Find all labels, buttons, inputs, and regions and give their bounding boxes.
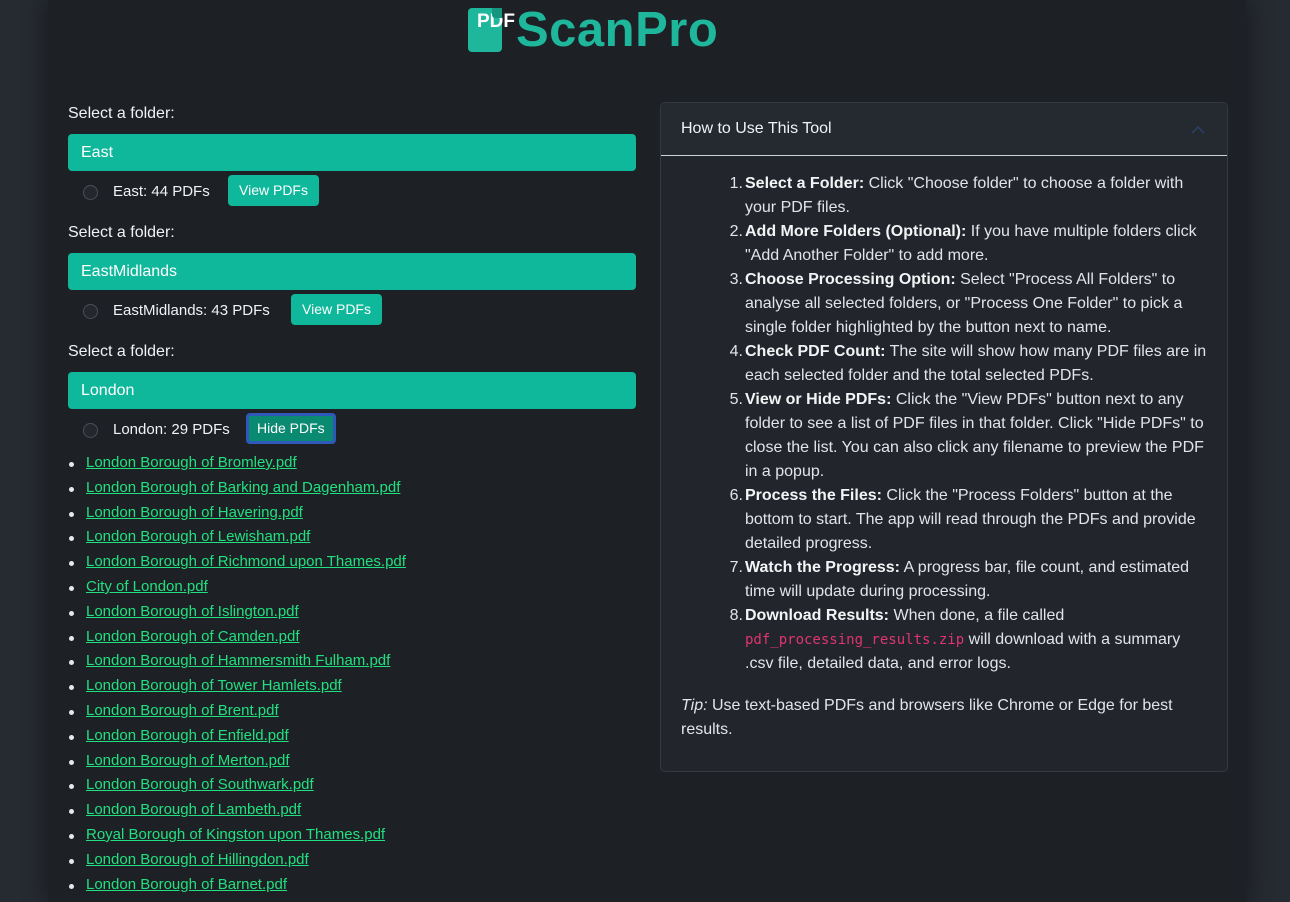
- folder-group-london: Select a folder: London London: 29 PDFs …: [68, 342, 636, 897]
- list-item: London Borough of Richmond upon Thames.p…: [68, 550, 636, 575]
- logo-badge: PDF: [477, 11, 515, 32]
- folder-label: Select a folder:: [68, 105, 175, 122]
- help-step: 4. Check PDF Count: The site will show ho…: [711, 340, 1207, 388]
- step-number: 2.: [729, 223, 743, 240]
- folder-group-eastmidlands: Select a folder: EastMidlands EastMidlan…: [68, 223, 636, 342]
- list-item: London Borough of Lewisham.pdf: [68, 525, 636, 550]
- list-item: London Borough of Southwark.pdf: [68, 773, 636, 798]
- help-step: 5. View or Hide PDFs: Click the "View PDF…: [711, 388, 1207, 484]
- list-item: London Borough of Lambeth.pdf: [68, 798, 636, 823]
- step-number: 1.: [729, 175, 743, 192]
- pdf-file-link[interactable]: London Borough of Merton.pdf: [86, 752, 289, 769]
- list-item: London Borough of Havering.pdf: [68, 501, 636, 526]
- folder-row-eastmidlands: EastMidlands: 43 PDFs View PDFs: [68, 290, 636, 342]
- pdf-file-link[interactable]: London Borough of Havering.pdf: [86, 504, 303, 521]
- list-item: City of London.pdf: [68, 575, 636, 600]
- list-item: London Borough of Hammersmith Fulham.pdf: [68, 649, 636, 674]
- folder-section: Select a folder: East East: 44 PDFs View…: [68, 104, 636, 897]
- pdf-file-link[interactable]: London Borough of Bromley.pdf: [86, 454, 297, 471]
- list-item: London Borough of Brent.pdf: [68, 699, 636, 724]
- folder-count-eastmidlands: EastMidlands: 43 PDFs: [113, 302, 270, 319]
- folder-row-east: East: 44 PDFs View PDFs: [68, 171, 636, 223]
- help-panel-header[interactable]: How to Use This Tool: [661, 103, 1227, 156]
- step-number: 7.: [729, 559, 743, 576]
- pdf-file-link[interactable]: London Borough of Richmond upon Thames.p…: [86, 553, 406, 570]
- step-heading: Download Results:: [745, 607, 890, 624]
- folder-label: Select a folder:: [68, 224, 175, 241]
- chevron-up-icon[interactable]: [1191, 123, 1205, 137]
- step-heading: View or Hide PDFs:: [745, 391, 892, 408]
- folder-count-london: London: 29 PDFs: [113, 421, 230, 438]
- pdf-file-link[interactable]: London Borough of Enfield.pdf: [86, 727, 289, 744]
- pdf-file-link[interactable]: London Borough of Islington.pdf: [86, 603, 299, 620]
- folder-select-east[interactable]: East: [68, 134, 636, 171]
- step-heading: Check PDF Count:: [745, 343, 886, 360]
- step-text: When done, a file called: [889, 607, 1065, 624]
- step-number: 8.: [729, 607, 743, 624]
- list-item: London Borough of Tower Hamlets.pdf: [68, 674, 636, 699]
- step-heading: Watch the Progress:: [745, 559, 900, 576]
- list-item: Royal Borough of Kingston upon Thames.pd…: [68, 823, 636, 848]
- pdf-file-link[interactable]: London Borough of Southwark.pdf: [86, 776, 314, 793]
- app-page: PDF ScanPro Select a folder: East East: …: [48, 0, 1246, 902]
- tip-label: Tip:: [681, 697, 708, 714]
- help-step: 7. Watch the Progress: A progress bar, fi…: [711, 556, 1207, 604]
- step-heading: Add More Folders (Optional):: [745, 223, 967, 240]
- step-number: 6.: [729, 487, 743, 504]
- step-heading: Select a Folder:: [745, 175, 865, 192]
- help-panel-title: How to Use This Tool: [681, 120, 832, 137]
- logo: PDF ScanPro: [468, 3, 718, 57]
- help-step: 2. Add More Folders (Optional): If you ha…: [711, 220, 1207, 268]
- step-heading: Choose Processing Option:: [745, 271, 956, 288]
- help-tip: Tip: Use text-based PDFs and browsers li…: [681, 694, 1207, 742]
- pdf-file-link[interactable]: London Borough of Barnet.pdf: [86, 876, 287, 893]
- pdf-file-link[interactable]: London Borough of Hillingdon.pdf: [86, 851, 309, 868]
- list-item: London Borough of Bromley.pdf: [68, 451, 636, 476]
- pdf-file-list: London Borough of Bromley.pdf London Boro…: [68, 451, 636, 897]
- pdf-document-icon: PDF: [468, 8, 515, 52]
- hide-pdfs-button-london[interactable]: Hide PDFs: [246, 413, 336, 444]
- step-number: 5.: [729, 391, 743, 408]
- pdf-file-link[interactable]: City of London.pdf: [86, 578, 208, 595]
- folder-row-london: London: 29 PDFs Hide PDFs: [68, 409, 636, 451]
- list-item: London Borough of Hillingdon.pdf: [68, 848, 636, 873]
- help-step: 8. Download Results: When done, a file ca…: [711, 604, 1207, 676]
- help-step: 1. Select a Folder: Click "Choose folder"…: [711, 172, 1207, 220]
- folder-group-east: Select a folder: East East: 44 PDFs View…: [68, 104, 636, 223]
- folder-radio-london[interactable]: [83, 423, 98, 438]
- folder-label: Select a folder:: [68, 343, 175, 360]
- help-step: 6. Process the Files: Click the "Process …: [711, 484, 1207, 556]
- list-item: London Borough of Barnet.pdf: [68, 873, 636, 898]
- folder-radio-eastmidlands[interactable]: [83, 304, 98, 319]
- view-pdfs-button-eastmidlands[interactable]: View PDFs: [291, 294, 382, 325]
- folder-count-east: East: 44 PDFs: [113, 183, 210, 200]
- list-item: London Borough of Merton.pdf: [68, 749, 636, 774]
- step-code: pdf_processing_results.zip: [745, 632, 965, 648]
- view-pdfs-button-east[interactable]: View PDFs: [228, 175, 319, 206]
- list-item: London Borough of Barking and Dagenham.p…: [68, 476, 636, 501]
- help-panel: How to Use This Tool 1. Select a Folder: …: [660, 102, 1228, 772]
- step-number: 4.: [729, 343, 743, 360]
- pdf-file-link[interactable]: London Borough of Lambeth.pdf: [86, 801, 301, 818]
- pdf-file-link[interactable]: London Borough of Brent.pdf: [86, 702, 279, 719]
- pdf-file-link[interactable]: London Borough of Tower Hamlets.pdf: [86, 677, 342, 694]
- pdf-file-link[interactable]: London Borough of Camden.pdf: [86, 628, 300, 645]
- pdf-file-link[interactable]: London Borough of Lewisham.pdf: [86, 528, 310, 545]
- logo-name: ScanPro: [516, 3, 719, 57]
- pdf-file-link[interactable]: Royal Borough of Kingston upon Thames.pd…: [86, 826, 385, 843]
- list-item: London Borough of Camden.pdf: [68, 625, 636, 650]
- pdf-file-link[interactable]: London Borough of Hammersmith Fulham.pdf: [86, 652, 390, 669]
- folder-select-eastmidlands[interactable]: EastMidlands: [68, 253, 636, 290]
- help-step: 3. Choose Processing Option: Select "Proc…: [711, 268, 1207, 340]
- step-heading: Process the Files:: [745, 487, 882, 504]
- list-item: London Borough of Islington.pdf: [68, 600, 636, 625]
- pdf-file-link[interactable]: London Borough of Barking and Dagenham.p…: [86, 479, 400, 496]
- help-steps: 1. Select a Folder: Click "Choose folder"…: [711, 172, 1207, 676]
- step-number: 3.: [729, 271, 743, 288]
- list-item: London Borough of Enfield.pdf: [68, 724, 636, 749]
- folder-select-london[interactable]: London: [68, 372, 636, 409]
- folder-radio-east[interactable]: [83, 185, 98, 200]
- tip-text: Use text-based PDFs and browsers like Ch…: [681, 697, 1173, 738]
